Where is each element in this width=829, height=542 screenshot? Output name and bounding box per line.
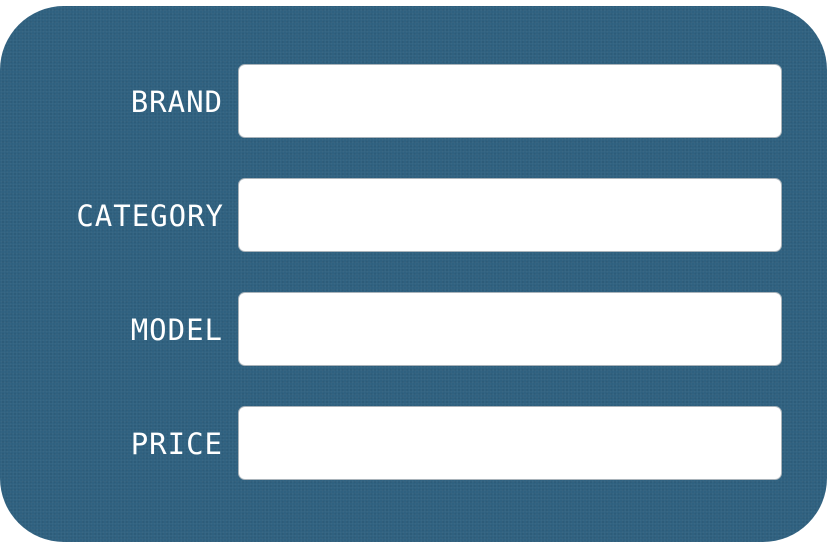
price-row: PRICE bbox=[0, 406, 827, 482]
model-row: MODEL bbox=[0, 292, 827, 368]
brand-input[interactable] bbox=[238, 64, 782, 138]
model-input[interactable] bbox=[238, 292, 782, 366]
model-label: MODEL bbox=[130, 313, 223, 347]
product-form-panel: BRAND CATEGORY MODEL PRICE bbox=[0, 6, 827, 542]
category-label: CATEGORY bbox=[76, 199, 224, 233]
price-input[interactable] bbox=[238, 406, 782, 480]
brand-label: BRAND bbox=[130, 85, 223, 119]
brand-row: BRAND bbox=[0, 64, 827, 140]
price-label: PRICE bbox=[130, 427, 223, 461]
category-input[interactable] bbox=[238, 178, 782, 252]
category-row: CATEGORY bbox=[0, 178, 827, 254]
